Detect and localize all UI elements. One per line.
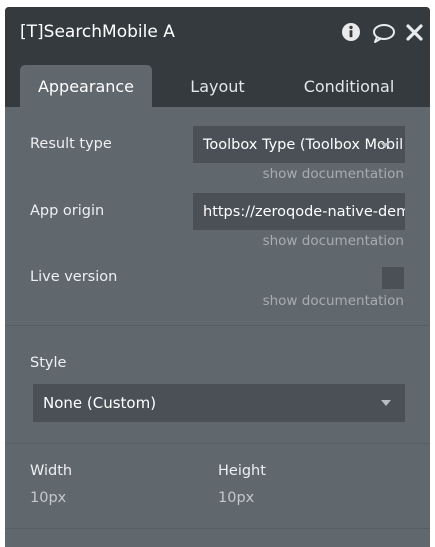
style-value: None (Custom) <box>43 394 157 412</box>
app-origin-doc-link[interactable]: show documentation <box>263 233 404 249</box>
element-title[interactable]: [T]SearchMobile A <box>20 22 175 42</box>
tab-appearance[interactable]: Appearance <box>20 65 152 107</box>
height-value[interactable]: 10px <box>218 490 254 506</box>
width-value[interactable]: 10px <box>30 490 66 506</box>
section-divider <box>5 443 430 444</box>
height-label: Height <box>218 463 266 479</box>
live-version-doc-link[interactable]: show documentation <box>263 293 404 309</box>
property-editor-panel: [T]SearchMobile A Appearance Layout Cond… <box>5 7 430 547</box>
tab-conditional[interactable]: Conditional <box>290 65 408 107</box>
app-origin-label: App origin <box>30 203 105 219</box>
width-label: Width <box>30 463 73 479</box>
title-bar[interactable]: [T]SearchMobile A <box>5 7 430 57</box>
result-type-value: Toolbox Type (Toolbox Mobil <box>203 136 404 153</box>
info-icon[interactable] <box>341 22 361 42</box>
result-type-label: Result type <box>30 136 112 152</box>
tab-bar: Appearance Layout Conditional <box>5 57 430 107</box>
comment-icon[interactable] <box>372 23 396 43</box>
chevron-down-icon <box>381 400 391 406</box>
style-label: Style <box>30 355 67 371</box>
tab-layout[interactable]: Layout <box>160 65 275 107</box>
result-type-dropdown[interactable]: Toolbox Type (Toolbox Mobil <box>193 126 405 163</box>
section-divider <box>5 325 430 326</box>
result-type-doc-link[interactable]: show documentation <box>263 166 404 182</box>
live-version-checkbox[interactable] <box>382 267 404 289</box>
app-origin-input[interactable]: https://zeroqode-native-dem <box>193 193 405 230</box>
app-origin-value: https://zeroqode-native-dem <box>203 203 405 220</box>
section-divider <box>5 528 430 529</box>
style-dropdown[interactable]: None (Custom) <box>33 384 405 422</box>
close-icon[interactable] <box>406 24 423 41</box>
live-version-label: Live version <box>30 269 118 285</box>
chevron-down-icon <box>381 143 389 148</box>
